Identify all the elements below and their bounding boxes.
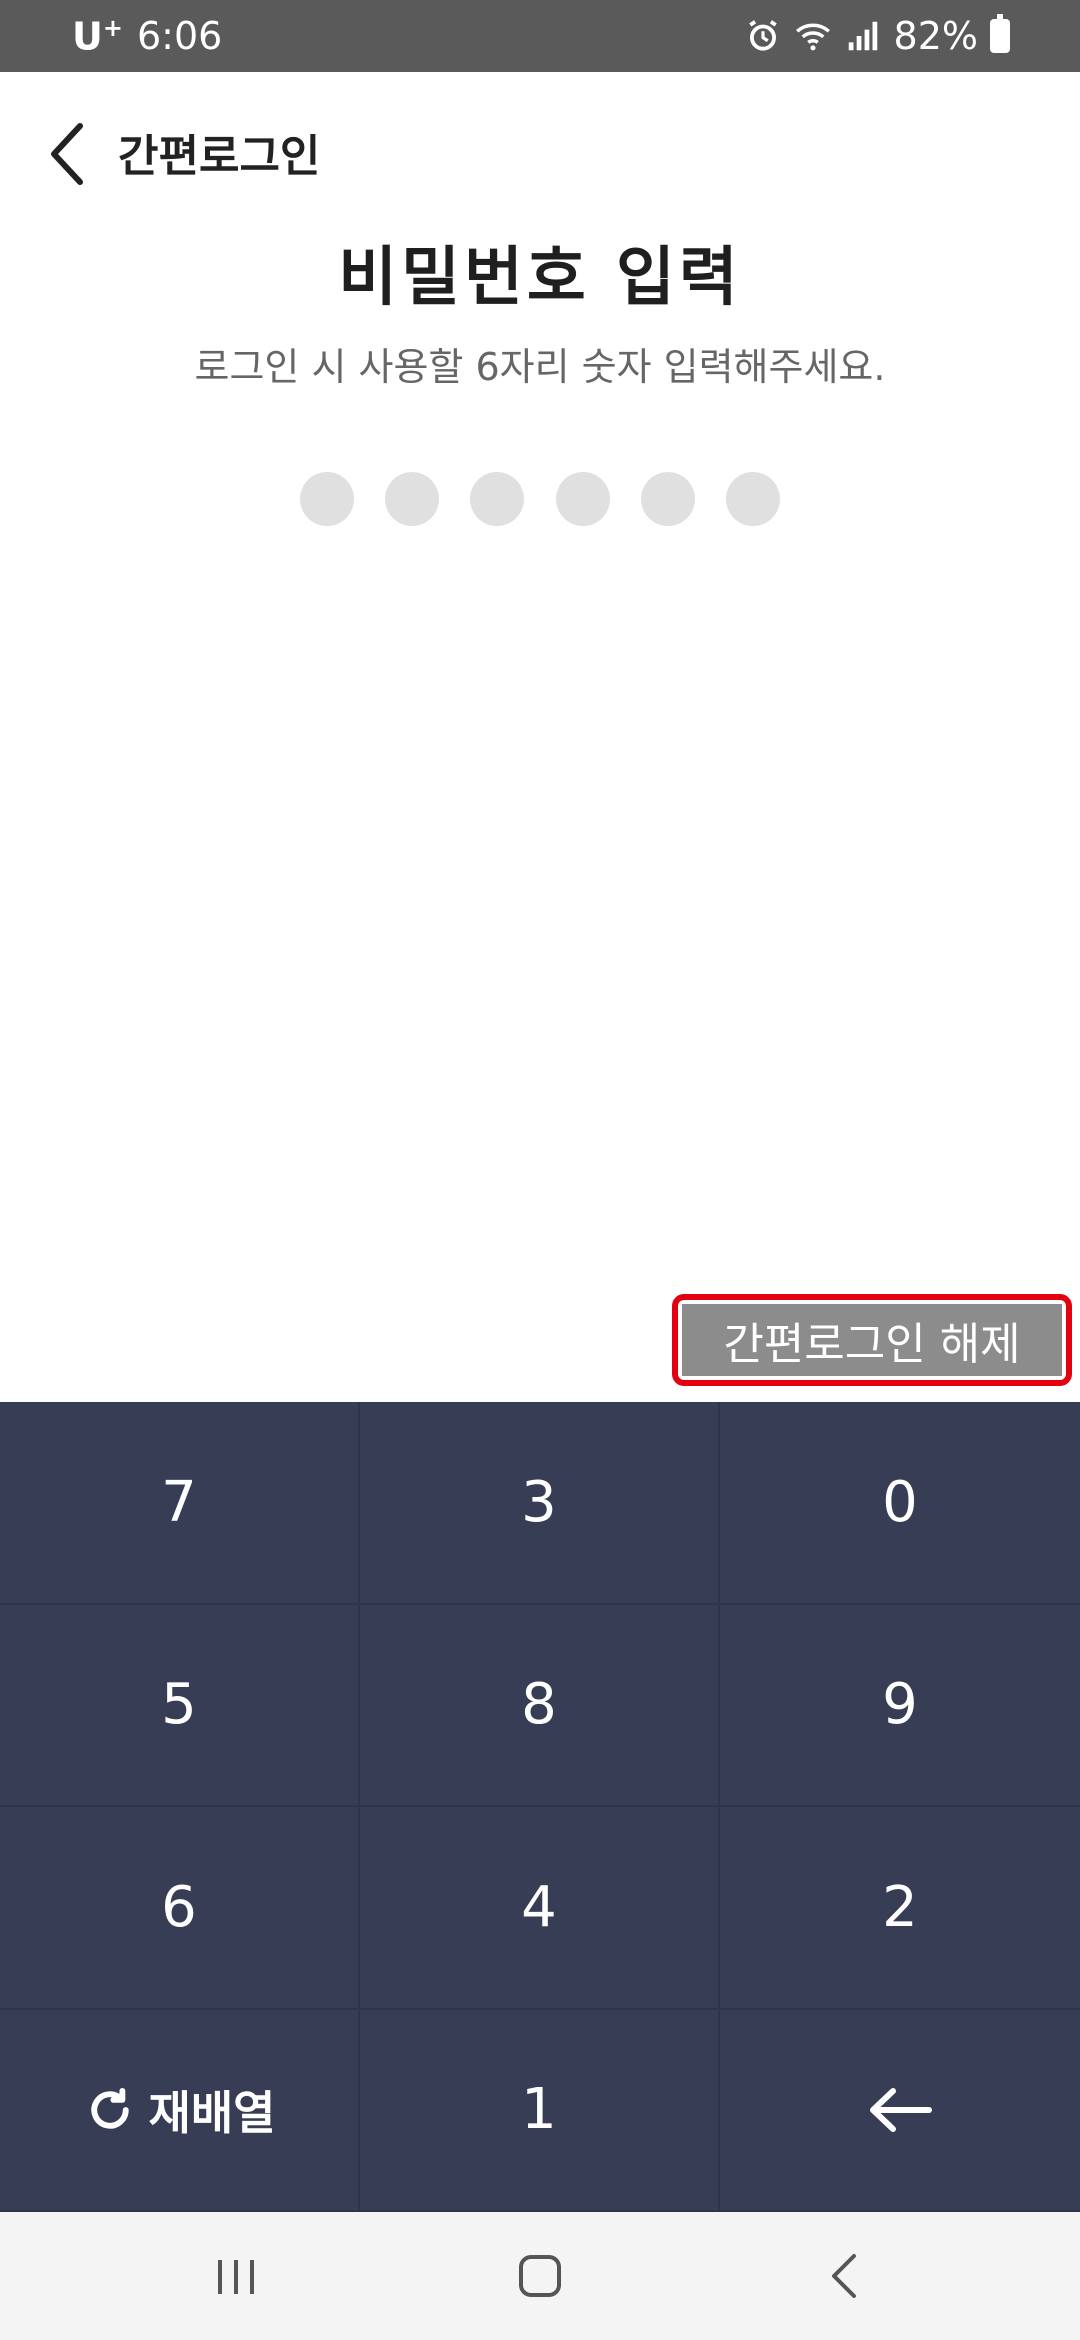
key-9[interactable]: 9 — [720, 1605, 1080, 1807]
key-3[interactable]: 3 — [360, 1402, 720, 1605]
pin-dot — [385, 472, 440, 526]
arrow-left-icon — [870, 2087, 932, 2132]
release-simple-login-button[interactable]: 간편로그인 해제 — [682, 1304, 1062, 1376]
home-button[interactable] — [480, 2240, 600, 2312]
battery-percent: 82% — [893, 14, 978, 58]
battery-icon — [990, 14, 1010, 53]
key-1[interactable]: 1 — [360, 2009, 720, 2212]
chevron-left-icon — [51, 123, 83, 185]
page-title: 비밀번호 입력 — [338, 241, 742, 315]
backspace-button[interactable] — [720, 2010, 1080, 2212]
page-subtitle: 로그인 시 사용할 6자리 숫자 입력해주세요. — [194, 345, 886, 389]
nav-back-button[interactable] — [784, 2240, 904, 2312]
key-0[interactable]: 0 — [720, 1402, 1080, 1605]
recent-apps-icon — [218, 2260, 254, 2294]
key-4[interactable]: 4 — [360, 1807, 720, 2010]
alarm-icon — [748, 20, 777, 51]
key-6[interactable]: 6 — [0, 1807, 360, 2010]
number-keypad: 7 3 0 5 8 9 6 4 2 재배열 1 — [0, 1402, 1080, 2212]
header: 간편로그인 — [0, 72, 1080, 232]
clock: 6:06 — [136, 14, 223, 59]
shuffle-button[interactable]: 재배열 — [0, 2009, 360, 2212]
shuffle-label: 재배열 — [148, 2085, 276, 2140]
pin-dot — [470, 472, 525, 526]
system-nav-bar — [0, 2212, 1080, 2340]
back-icon — [832, 2254, 856, 2298]
recent-apps-button[interactable] — [176, 2240, 296, 2312]
key-7[interactable]: 7 — [0, 1402, 360, 1605]
pin-dot — [300, 472, 354, 526]
pin-indicator — [300, 472, 780, 526]
home-icon — [519, 2255, 561, 2297]
pin-dot — [555, 472, 610, 526]
key-5[interactable]: 5 — [0, 1604, 360, 1807]
carrier-label: U+ — [72, 14, 123, 59]
key-2[interactable]: 2 — [720, 1807, 1080, 2010]
wifi-icon — [795, 23, 830, 51]
signal-icon — [848, 21, 877, 51]
pin-dot — [640, 472, 695, 526]
back-button[interactable] — [40, 114, 100, 194]
header-title: 간편로그인 — [118, 131, 321, 182]
pin-dot — [725, 472, 780, 526]
key-8[interactable]: 8 — [360, 1604, 720, 1807]
refresh-icon — [90, 2087, 129, 2129]
status-bar: U+ 6:06 82% — [0, 0, 1080, 72]
release-button-highlight: 간편로그인 해제 — [672, 1294, 1072, 1386]
